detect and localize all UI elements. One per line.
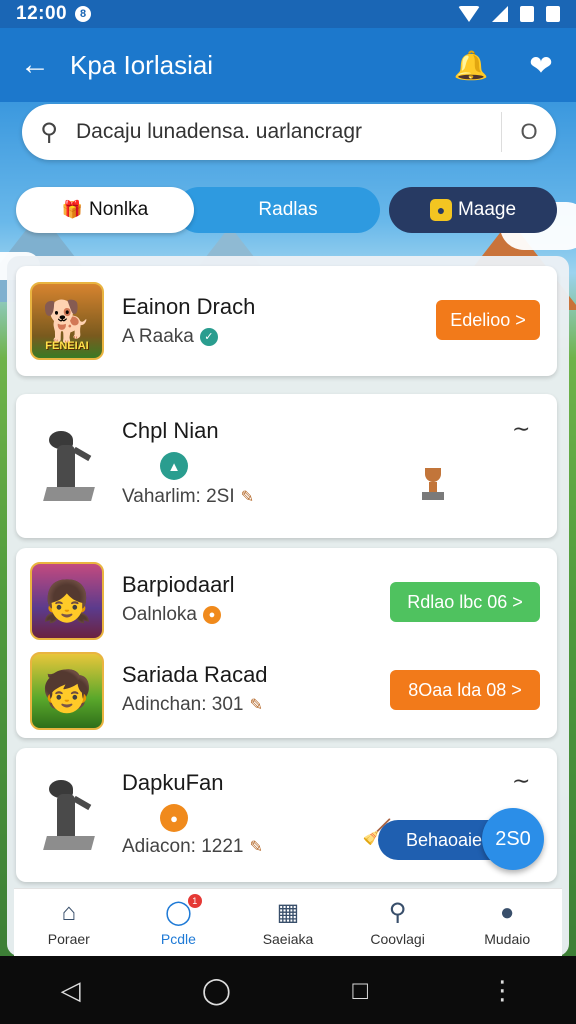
item-subtitle: Oalnloka ● xyxy=(122,604,221,626)
home-icon: ⌂ xyxy=(61,898,77,926)
status-bar: 12:00 8 xyxy=(0,0,576,28)
recents-square-icon[interactable]: □ xyxy=(352,975,368,1006)
nav-label: Saeiaka xyxy=(262,931,314,947)
category-tabs: 🎁 Nonlka Radlas ● Maage xyxy=(0,187,576,233)
list-item-group: 👧 Barpiodaarl Oalnloka ● Rdlao lbc 06 > … xyxy=(16,548,557,738)
action-button[interactable]: Rdlao lbc 06 > xyxy=(390,582,540,622)
sim-icon xyxy=(520,6,534,22)
bell-icon[interactable]: 🔔 xyxy=(436,49,506,82)
thumbnail-caption: FENEIAI xyxy=(45,340,89,352)
back-triangle-icon[interactable]: ◁ xyxy=(61,975,81,1006)
search-input[interactable]: Dacaju lunadensa. uarlancragr xyxy=(76,120,501,144)
list-item[interactable]: 🐕 FENEIAI Eainon Drach A Raaka ✓ Edelioo… xyxy=(16,266,557,376)
wifi-icon xyxy=(458,6,480,22)
brush-icon: 🧹 xyxy=(362,819,392,846)
character-icon: 🧒 xyxy=(42,669,92,714)
nav-label: Poraer xyxy=(47,930,90,947)
system-navigation-bar: ◁ ◯ □ ⋮ xyxy=(0,956,576,1024)
page-title: Kpa Iorlasiai xyxy=(70,49,214,80)
dog-icon: 🐕 xyxy=(42,299,92,344)
nav-label: Mudaio xyxy=(484,930,531,947)
nav-item-profile[interactable]: ● Mudaio xyxy=(452,889,562,956)
battery-icon xyxy=(546,6,560,22)
statue-thumbnail xyxy=(30,760,104,870)
nav-item-home[interactable]: ⌂ Poraer xyxy=(14,889,124,956)
item-title: Barpiodaarl xyxy=(122,572,235,597)
back-arrow-icon[interactable]: ← xyxy=(0,48,70,82)
heart-icon[interactable]: ❤ xyxy=(506,49,576,82)
search-icon: ⚲ xyxy=(388,899,407,926)
tab-label: Maage xyxy=(457,199,517,220)
nav-badge: 1 xyxy=(187,894,202,908)
item-title: Chpl Nian xyxy=(122,418,219,443)
tab-maage[interactable]: ● Maage xyxy=(389,187,557,233)
item-title: Eainon Drach xyxy=(122,294,256,319)
trophy-icon xyxy=(422,468,444,500)
bottom-navigation: ⌂ Poraer ◯ 1 Pcdle ▦ Saeiaka ⚲ Coovlagi ●… xyxy=(14,888,562,956)
level-icon: ▲ xyxy=(160,452,188,480)
pencil-icon: ✎ xyxy=(249,839,263,856)
home-circle-icon[interactable]: ◯ xyxy=(202,975,231,1006)
app-bar: ← Kpa Iorlasiai 🔔 ❤ xyxy=(0,28,576,102)
item-subtitle-text: Adinchan: 301 xyxy=(122,694,244,715)
action-button[interactable]: 8Oaa lda 08 > xyxy=(390,670,540,710)
search-bar[interactable]: ⚲ Dacaju lunadensa. uarlancragr O xyxy=(22,104,556,160)
item-subtitle: Vaharlim: 2SI ✎ xyxy=(122,486,254,508)
nav-item-globe[interactable]: ◯ 1 Pcdle xyxy=(124,889,234,956)
item-subtitle-text: Adiacon: 1221 xyxy=(122,836,244,857)
expand-icon[interactable]: ∼ xyxy=(512,768,530,794)
signal-icon xyxy=(492,6,508,22)
search-clear-icon[interactable]: O xyxy=(502,119,556,145)
action-button[interactable]: Edelioo > xyxy=(436,300,540,340)
statue-thumbnail xyxy=(30,410,104,522)
status-time: 12:00 xyxy=(16,3,68,24)
pencil-icon: ✎ xyxy=(249,697,263,714)
floating-count-button[interactable]: 2S0 xyxy=(482,808,544,870)
pencil-icon: ✎ xyxy=(240,489,255,506)
globe-icon: ◯ 1 xyxy=(165,894,202,927)
item-subtitle-text: A Raaka xyxy=(122,326,194,347)
statue-icon xyxy=(39,431,95,501)
game-thumbnail: 🐕 FENEIAI xyxy=(30,282,104,360)
expand-icon[interactable]: ∼ xyxy=(512,416,530,442)
item-subtitle: Adiacon: 1221 ✎ xyxy=(122,836,263,858)
tab-label: Nonlka xyxy=(89,199,149,220)
game-thumbnail: 🧒 xyxy=(30,652,104,730)
coin-icon: ● xyxy=(429,199,452,221)
item-subtitle-text: Vaharlim: 2SI xyxy=(122,486,235,507)
nav-label: Pcdle xyxy=(160,931,196,947)
grid-icon: ▦ xyxy=(276,899,300,926)
statue-icon xyxy=(39,780,95,850)
item-subtitle: Adinchan: 301 ✎ xyxy=(122,694,263,716)
item-title: Sariada Racad xyxy=(122,662,268,687)
item-subtitle-text: Oalnloka xyxy=(122,604,197,625)
nav-item-search[interactable]: ⚲ Coovlagi xyxy=(343,889,453,956)
nav-item-grid[interactable]: ▦ Saeiaka xyxy=(233,889,343,956)
tab-radlas[interactable]: Radlas xyxy=(176,187,380,233)
item-subtitle: A Raaka ✓ xyxy=(122,326,218,348)
profile-icon: ● xyxy=(499,898,515,926)
notification-icon: 8 xyxy=(75,6,92,22)
more-dots-icon[interactable]: ⋮ xyxy=(489,975,515,1006)
level-icon: ● xyxy=(160,804,188,832)
girl-icon: 👧 xyxy=(42,579,92,624)
status-icons xyxy=(458,6,560,22)
verified-icon: ✓ xyxy=(199,328,218,346)
list-item[interactable]: Chpl Nian ▲ Vaharlim: 2SI ✎ ∼ xyxy=(16,394,557,538)
list-item[interactable]: DapkuFan ● Adiacon: 1221 ✎ ∼ Behaoaie 🧹 … xyxy=(16,748,557,882)
game-thumbnail: 👧 xyxy=(30,562,104,640)
search-icon: ⚲ xyxy=(40,118,58,146)
item-title: DapkuFan xyxy=(122,770,224,795)
gift-icon: 🎁 xyxy=(61,200,83,219)
nav-label: Coovlagi xyxy=(370,931,425,947)
tab-nonlka[interactable]: 🎁 Nonlka xyxy=(16,187,194,233)
coin-badge-icon: ● xyxy=(203,606,221,624)
tab-label: Radlas xyxy=(258,199,318,220)
